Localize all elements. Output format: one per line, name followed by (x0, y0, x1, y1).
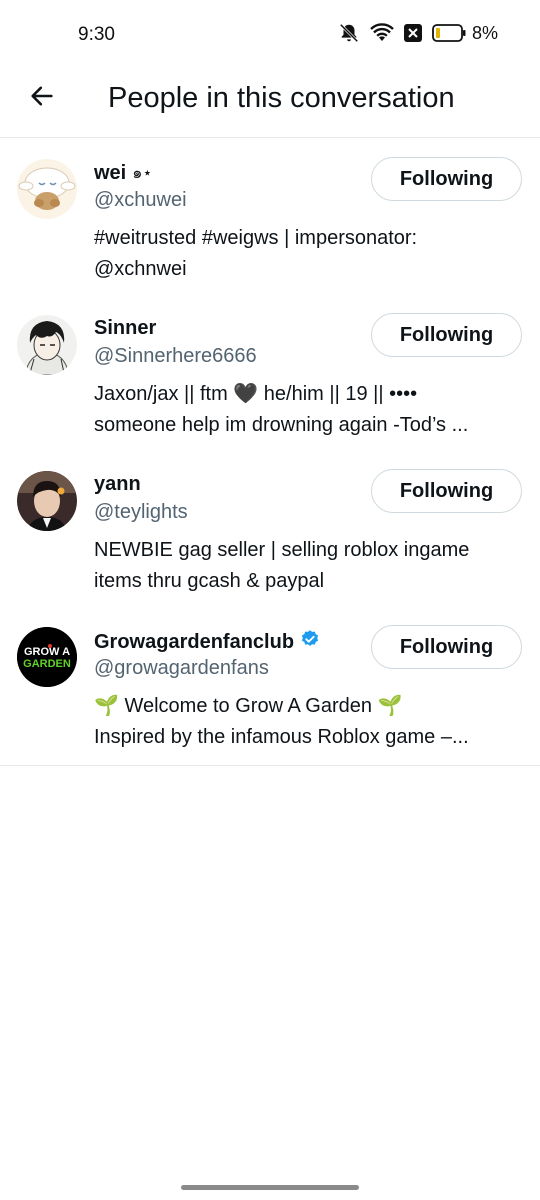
wifi-icon (370, 23, 394, 43)
user-list: wei ๑⋆ @xchuwei #weitrusted #weigws | im… (0, 139, 540, 766)
avatar[interactable] (17, 159, 77, 219)
user-bio: Jaxon/jax || ftm 🖤 he/him || 19 || •••• … (94, 379, 524, 441)
user-name-suffix: ๑⋆ (132, 165, 153, 182)
following-button[interactable]: Following (371, 625, 522, 669)
user-bio-line: someone help im drowning again -Tod’s ..… (94, 414, 469, 436)
status-time: 9:30 (78, 24, 115, 45)
user-bio-line[interactable]: @xchnwei (94, 254, 524, 285)
avatar[interactable]: GROW A GARDEN (17, 627, 77, 687)
page-title: People in this conversation (108, 82, 455, 114)
user-handle[interactable]: @teylights (94, 501, 188, 524)
back-button[interactable] (22, 78, 62, 118)
user-bio-line: Jaxon/jax || ftm 🖤 he/him || 19 || •••• (94, 383, 418, 405)
user-bio: 🌱 Welcome to Grow A Garden 🌱 Inspired by… (94, 691, 524, 753)
user-name[interactable]: Sinner (94, 317, 156, 340)
user-name[interactable]: wei ๑⋆ (94, 161, 152, 186)
user-name[interactable]: yann (94, 473, 141, 496)
following-button[interactable]: Following (371, 313, 522, 357)
avatar-text-top: GROW A (24, 646, 70, 658)
avatar-text-bottom: GARDEN (23, 658, 71, 670)
arrow-left-icon (28, 82, 56, 115)
user-bio-line: items thru gcash & paypal (94, 570, 325, 592)
header: People in this conversation (0, 60, 540, 138)
user-bio-line: #weitrusted #weigws | impersonator: (94, 227, 418, 249)
following-button[interactable]: Following (371, 157, 522, 201)
user-row[interactable]: GROW A GARDEN Growagardenfanclub @growag… (0, 607, 540, 765)
user-name-text: yann (94, 473, 141, 495)
user-bio: NEWBIE gag seller | selling roblox ingam… (94, 535, 524, 597)
bell-muted-icon (338, 22, 360, 44)
battery-percent: 8% (471, 22, 498, 43)
verified-badge-icon (300, 629, 320, 655)
user-row[interactable]: wei ๑⋆ @xchuwei #weitrusted #weigws | im… (0, 139, 540, 295)
user-name-text: Growagardenfanclub (94, 630, 295, 653)
user-row[interactable]: Sinner @Sinnerhere6666 Jaxon/jax || ftm … (0, 295, 540, 451)
user-handle[interactable]: @xchuwei (94, 189, 187, 212)
x-box-icon (403, 24, 422, 42)
user-bio-line: Inspired by the infamous Roblox game –..… (94, 726, 469, 748)
battery-icon (432, 24, 466, 42)
user-name-text: Sinner (94, 317, 157, 339)
status-icons: 8% (338, 22, 498, 44)
user-bio-line: NEWBIE gag seller | selling roblox ingam… (94, 539, 470, 561)
user-handle[interactable]: @Sinnerhere6666 (94, 345, 257, 368)
user-row[interactable]: yann @teylights NEWBIE gag seller | sell… (0, 451, 540, 607)
user-name-text: wei (94, 162, 127, 184)
avatar[interactable] (17, 315, 77, 375)
user-bio-line: 🌱 Welcome to Grow A Garden 🌱 (94, 695, 403, 717)
home-indicator[interactable] (181, 1185, 359, 1190)
user-handle[interactable]: @growagardenfans (94, 657, 269, 680)
user-name[interactable]: Growagardenfanclub (94, 629, 320, 655)
avatar[interactable] (17, 471, 77, 531)
following-button[interactable]: Following (371, 469, 522, 513)
user-bio: #weitrusted #weigws | impersonator: @xch… (94, 223, 524, 285)
